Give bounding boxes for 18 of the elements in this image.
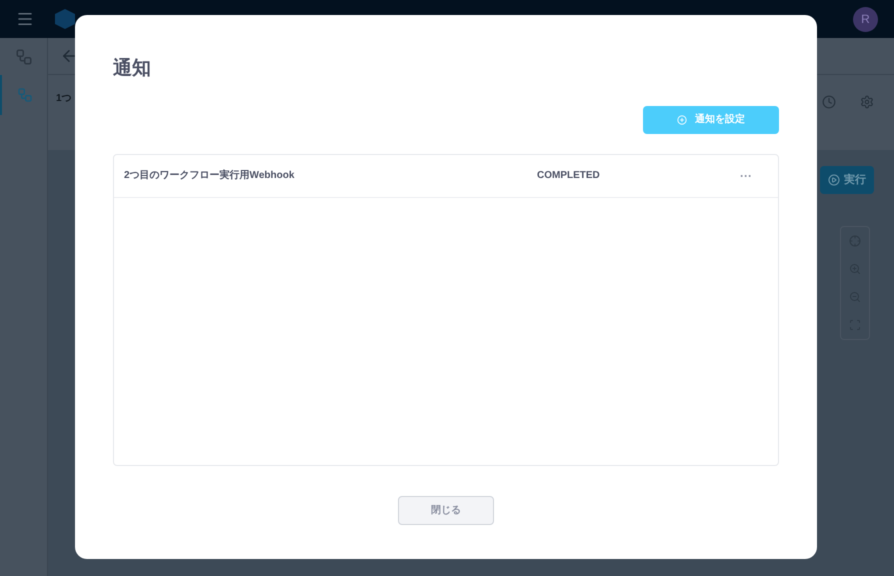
workflow-icon[interactable] <box>14 48 32 66</box>
add-notification-button[interactable]: 通知を設定 <box>643 106 779 134</box>
cube-logo-icon <box>54 8 76 30</box>
settings-icon[interactable] <box>860 95 874 109</box>
workflow-title: 1つ <box>56 92 72 106</box>
notification-row[interactable]: 2つ目のワークフロー実行用Webhook COMPLETED ··· <box>114 154 778 198</box>
user-avatar[interactable]: R <box>853 6 878 32</box>
close-button[interactable]: 閉じる <box>398 496 494 524</box>
play-icon <box>828 174 840 186</box>
plus-icon <box>677 114 687 124</box>
dialog-title: 通知 <box>113 56 151 81</box>
run-button[interactable]: 実行 <box>820 166 874 194</box>
notification-name: 2つ目のワークフロー実行用Webhook <box>124 168 296 183</box>
workflow-icon[interactable] <box>16 87 32 103</box>
more-menu-button[interactable]: ··· <box>732 166 760 184</box>
menu-icon[interactable] <box>16 10 34 28</box>
notification-status: COMPLETED <box>537 169 601 183</box>
clock-icon[interactable] <box>822 95 836 109</box>
